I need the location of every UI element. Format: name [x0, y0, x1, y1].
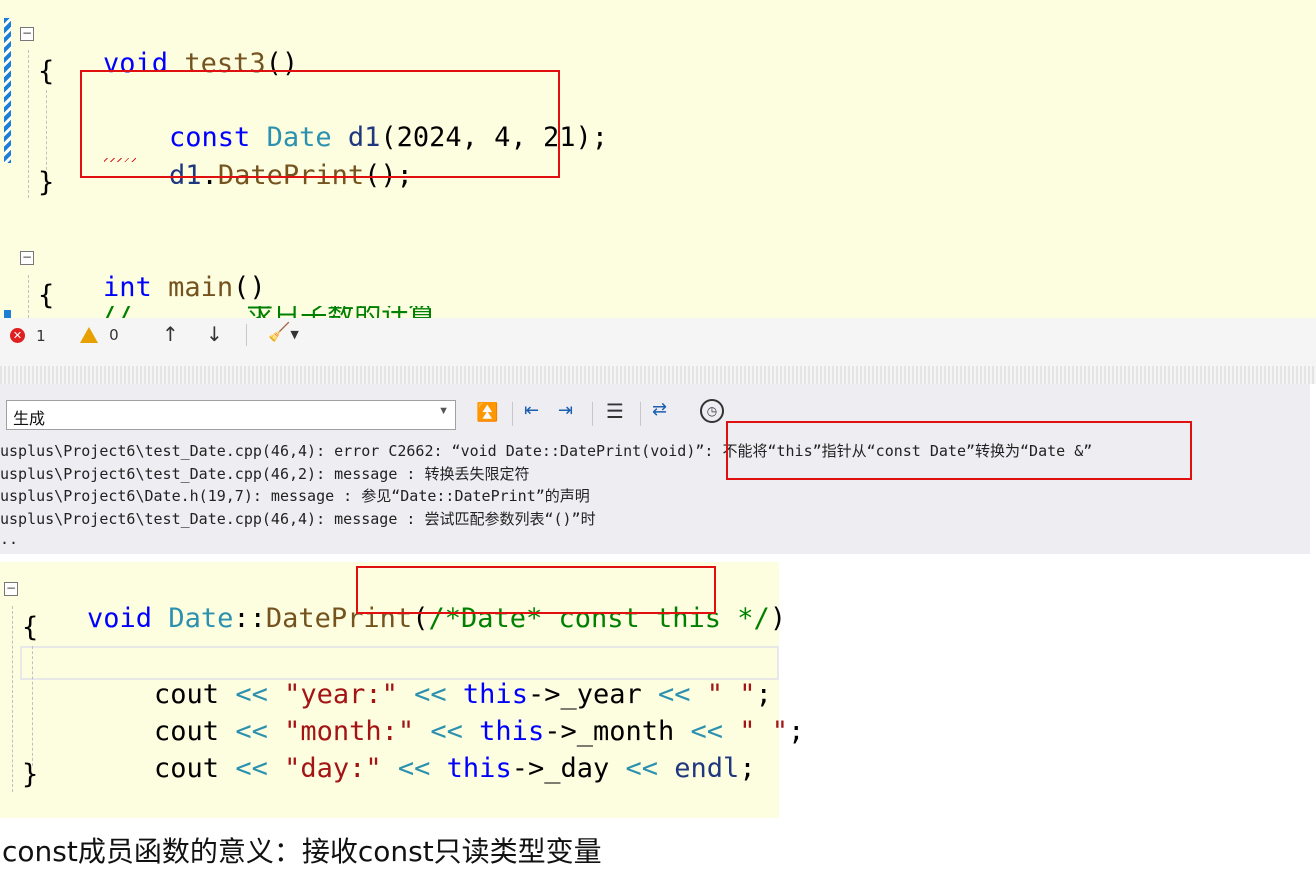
toolbar-divider — [640, 402, 641, 426]
highlight-box-error-text — [726, 421, 1192, 480]
kw-this: this — [446, 753, 512, 784]
type-date: Date — [168, 603, 234, 634]
prev-message-icon[interactable]: ⇤ — [524, 400, 539, 421]
toolbar-divider — [246, 324, 247, 346]
output-source-value: 生成 — [13, 411, 46, 428]
stream-op: << — [609, 753, 675, 784]
cout: cout — [154, 753, 220, 784]
output-row-message[interactable]: usplus\Project6\Date.h(19,7): message : … — [0, 485, 590, 506]
toolbar-divider — [512, 402, 513, 426]
warning-filter-button[interactable]: 0 — [80, 324, 140, 344]
indent-guide — [46, 90, 47, 175]
toolbar-divider — [592, 402, 593, 426]
code-line-brace-open-main: { — [38, 280, 55, 311]
collapse-dateprint-icon[interactable]: − — [4, 582, 18, 596]
string-literal: "day:" — [284, 753, 382, 784]
stream-op: << — [219, 753, 285, 784]
highlight-box-const-call — [80, 70, 560, 178]
editor-top[interactable]: − void test3() { const Date d1(2024, 4, … — [0, 0, 1316, 318]
warning-icon — [80, 326, 98, 343]
collapse-main-icon[interactable]: − — [20, 251, 34, 265]
indent-guide — [12, 606, 13, 792]
kw-int: int — [103, 272, 152, 303]
code-line-brace-open: { — [22, 612, 39, 643]
code-line-brace-open: { — [38, 56, 55, 87]
fn-main: main — [168, 272, 234, 303]
next-message-icon[interactable]: ⇥ — [558, 400, 573, 421]
output-row-ellipsis: .. — [0, 530, 19, 548]
find-message-icon[interactable]: ⏫ — [476, 402, 498, 423]
scope-op: :: — [233, 603, 266, 634]
member-day: ->_day — [511, 753, 610, 784]
arrow-down-icon[interactable]: ↓ — [206, 322, 223, 346]
code-line-brace-close: } — [38, 167, 55, 198]
close-paren: ) — [769, 603, 787, 634]
stream-op: << — [381, 753, 447, 784]
arrow-up-icon[interactable]: ↑ — [162, 322, 179, 346]
clipped-comment-line: // ... 求日子数的计算 — [100, 306, 700, 318]
error-list-toolbar: ✕ 1 0 ↑ ↓ 🧹▼ — [0, 318, 1316, 353]
editor-bottom[interactable]: − void Date::DatePrint(/*Date* const thi… — [0, 562, 804, 818]
panel-splitter[interactable] — [0, 366, 1316, 384]
semicolon: ; — [788, 716, 805, 747]
clean-brush-icon[interactable]: 🧹▼ — [268, 322, 299, 343]
highlight-box-this-comment — [356, 566, 716, 614]
collapse-test3-icon[interactable]: − — [20, 27, 34, 41]
indent-guide — [32, 646, 33, 766]
indent-guide — [28, 275, 29, 318]
chevron-down-icon: ▼ — [438, 405, 449, 417]
error-icon: ✕ — [10, 328, 25, 343]
output-source-dropdown[interactable]: 生成 ▼ — [6, 400, 456, 430]
error-filter-button[interactable]: ✕ 1 — [10, 325, 70, 345]
error-count: 1 — [36, 326, 46, 345]
endl: endl — [674, 753, 740, 784]
clock-icon[interactable]: ◷ — [700, 399, 724, 423]
clear-all-icon[interactable]: ☰ — [606, 399, 624, 423]
indent-guide — [28, 50, 29, 198]
code-line-brace-close: } — [22, 759, 39, 790]
semicolon: ; — [739, 753, 756, 784]
word-wrap-icon[interactable]: ⇄ — [652, 399, 667, 420]
change-margin-bar-2 — [4, 310, 11, 318]
panel-separator — [0, 352, 1316, 366]
parens: () — [233, 272, 266, 303]
output-row-message[interactable]: usplus\Project6\test_Date.cpp(46,2): mes… — [0, 463, 529, 484]
change-margin-bar — [4, 18, 11, 163]
kw-void: void — [87, 603, 153, 634]
output-row-message[interactable]: usplus\Project6\test_Date.cpp(46,4): mes… — [0, 508, 596, 529]
warning-count: 0 — [109, 325, 119, 344]
code-line-cout-day[interactable]: cout << "day:" << this->_day << endl; — [89, 722, 756, 815]
caption-text: const成员函数的意义：接收const只读类型变量 — [2, 835, 602, 868]
output-panel: 生成 ▼ ⏫ ⇤ ⇥ ☰ ⇄ ◷ usplus\Project6\test_Da… — [0, 384, 1310, 554]
